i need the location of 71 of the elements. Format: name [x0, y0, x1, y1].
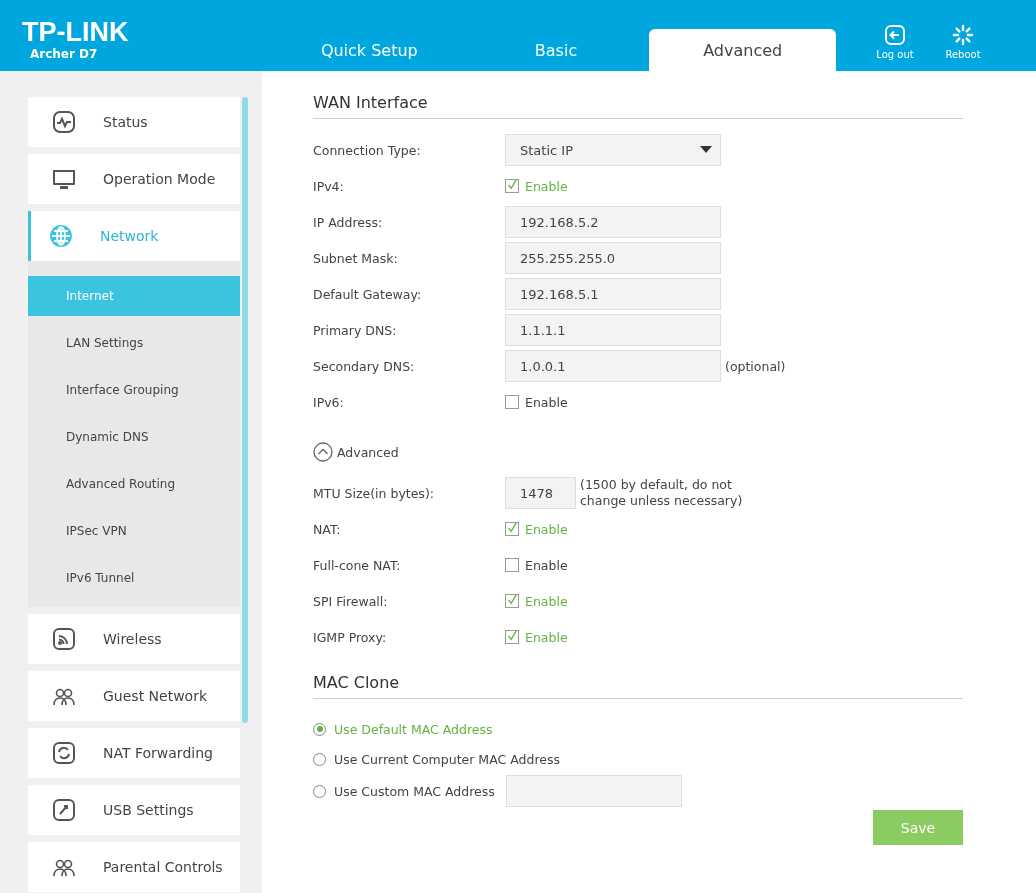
option-label: Use Current Computer MAC Address [334, 751, 560, 767]
field-label: MTU Size(in bytes): [313, 485, 435, 501]
sidebar-item[interactable]: Status [28, 97, 240, 147]
field-label: IP Address: [313, 214, 384, 230]
monitor-icon [52, 167, 76, 191]
field-label: Connection Type: [313, 142, 422, 158]
chevron-icon [313, 442, 333, 462]
sidebar-item[interactable]: NAT Forwarding [28, 728, 240, 778]
field-label: Subnet Mask: [313, 250, 399, 266]
nav-tab[interactable]: Advanced [649, 29, 836, 71]
scrollbar[interactable] [242, 97, 248, 723]
radio-button[interactable] [313, 784, 326, 798]
section-title: WAN Interface [313, 93, 963, 119]
field-label: SPI Firewall: [313, 593, 389, 609]
input-field[interactable]: 255.255.255.0 [505, 242, 721, 274]
option-label: Enable [525, 178, 568, 194]
caret-icon [700, 146, 712, 154]
field-label: IPv6: [313, 394, 345, 410]
input-field[interactable]: 1478 [505, 477, 576, 509]
checkbox[interactable] [505, 558, 519, 572]
field-label: IPv4: [313, 178, 345, 194]
field-label: Full-cone NAT: [313, 557, 402, 573]
input-field[interactable]: 192.168.5.1 [505, 278, 721, 310]
option-label: Enable [525, 593, 568, 609]
dropdown[interactable]: Static IP [505, 134, 721, 166]
sidebar-item[interactable]: Operation Mode [28, 154, 240, 204]
input-field[interactable]: 192.168.5.2 [505, 206, 721, 238]
radio-button[interactable] [313, 752, 326, 766]
input-field[interactable]: 1.1.1.1 [505, 314, 721, 346]
submenu-item[interactable]: Dynamic DNS [28, 417, 240, 457]
input-field[interactable]: 1.0.0.1 [505, 350, 721, 382]
sidebar-item[interactable]: Wireless [28, 614, 240, 664]
advanced-toggle[interactable]: Advanced [313, 442, 399, 462]
hint-text: (optional) [725, 358, 786, 374]
radio-button[interactable] [313, 722, 326, 736]
checkbox[interactable] [505, 630, 519, 644]
option-label: Use Custom MAC Address [334, 783, 495, 799]
section-title: MAC Clone [313, 673, 963, 699]
option-label: Enable [525, 521, 568, 537]
wireless-icon [52, 627, 76, 651]
field-label: Secondary DNS: [313, 358, 416, 374]
field-label: Default Gateway: [313, 286, 423, 302]
logo: TP-LINK [22, 20, 129, 44]
submenu-item[interactable]: Advanced Routing [28, 464, 240, 504]
usb-icon [52, 798, 76, 822]
globe-icon [49, 224, 73, 248]
field-label: NAT: [313, 521, 342, 537]
status-icon [52, 110, 76, 134]
submenu-item[interactable]: IPSec VPN [28, 511, 240, 551]
field-label: IGMP Proxy: [313, 629, 388, 645]
checkbox[interactable] [505, 594, 519, 608]
spinner-icon [952, 24, 974, 46]
option-label: Use Default MAC Address [334, 721, 493, 737]
submenu-item[interactable]: Interface Grouping [28, 370, 240, 410]
submenu-item[interactable]: IPv6 Tunnel [28, 558, 240, 598]
sidebar-item[interactable]: USB Settings [28, 785, 240, 835]
option-label: Enable [525, 629, 568, 645]
sidebar-item[interactable]: Parental Controls [28, 842, 240, 892]
field-label: Primary DNS: [313, 322, 398, 338]
sidebar-item[interactable]: Guest Network [28, 671, 240, 721]
checkbox[interactable] [505, 395, 519, 409]
hint-text: (1500 by default, do not change unless necessary) [580, 477, 744, 509]
checkbox[interactable] [505, 179, 519, 193]
logout-icon [884, 24, 906, 46]
submenu-item[interactable]: LAN Settings [28, 323, 240, 363]
checkbox[interactable] [505, 522, 519, 536]
option-label: Enable [525, 394, 568, 410]
input-field[interactable] [506, 775, 682, 807]
model-name: Archer D7 [30, 47, 98, 61]
option-label: Enable [525, 557, 568, 573]
refresh-icon [52, 741, 76, 765]
